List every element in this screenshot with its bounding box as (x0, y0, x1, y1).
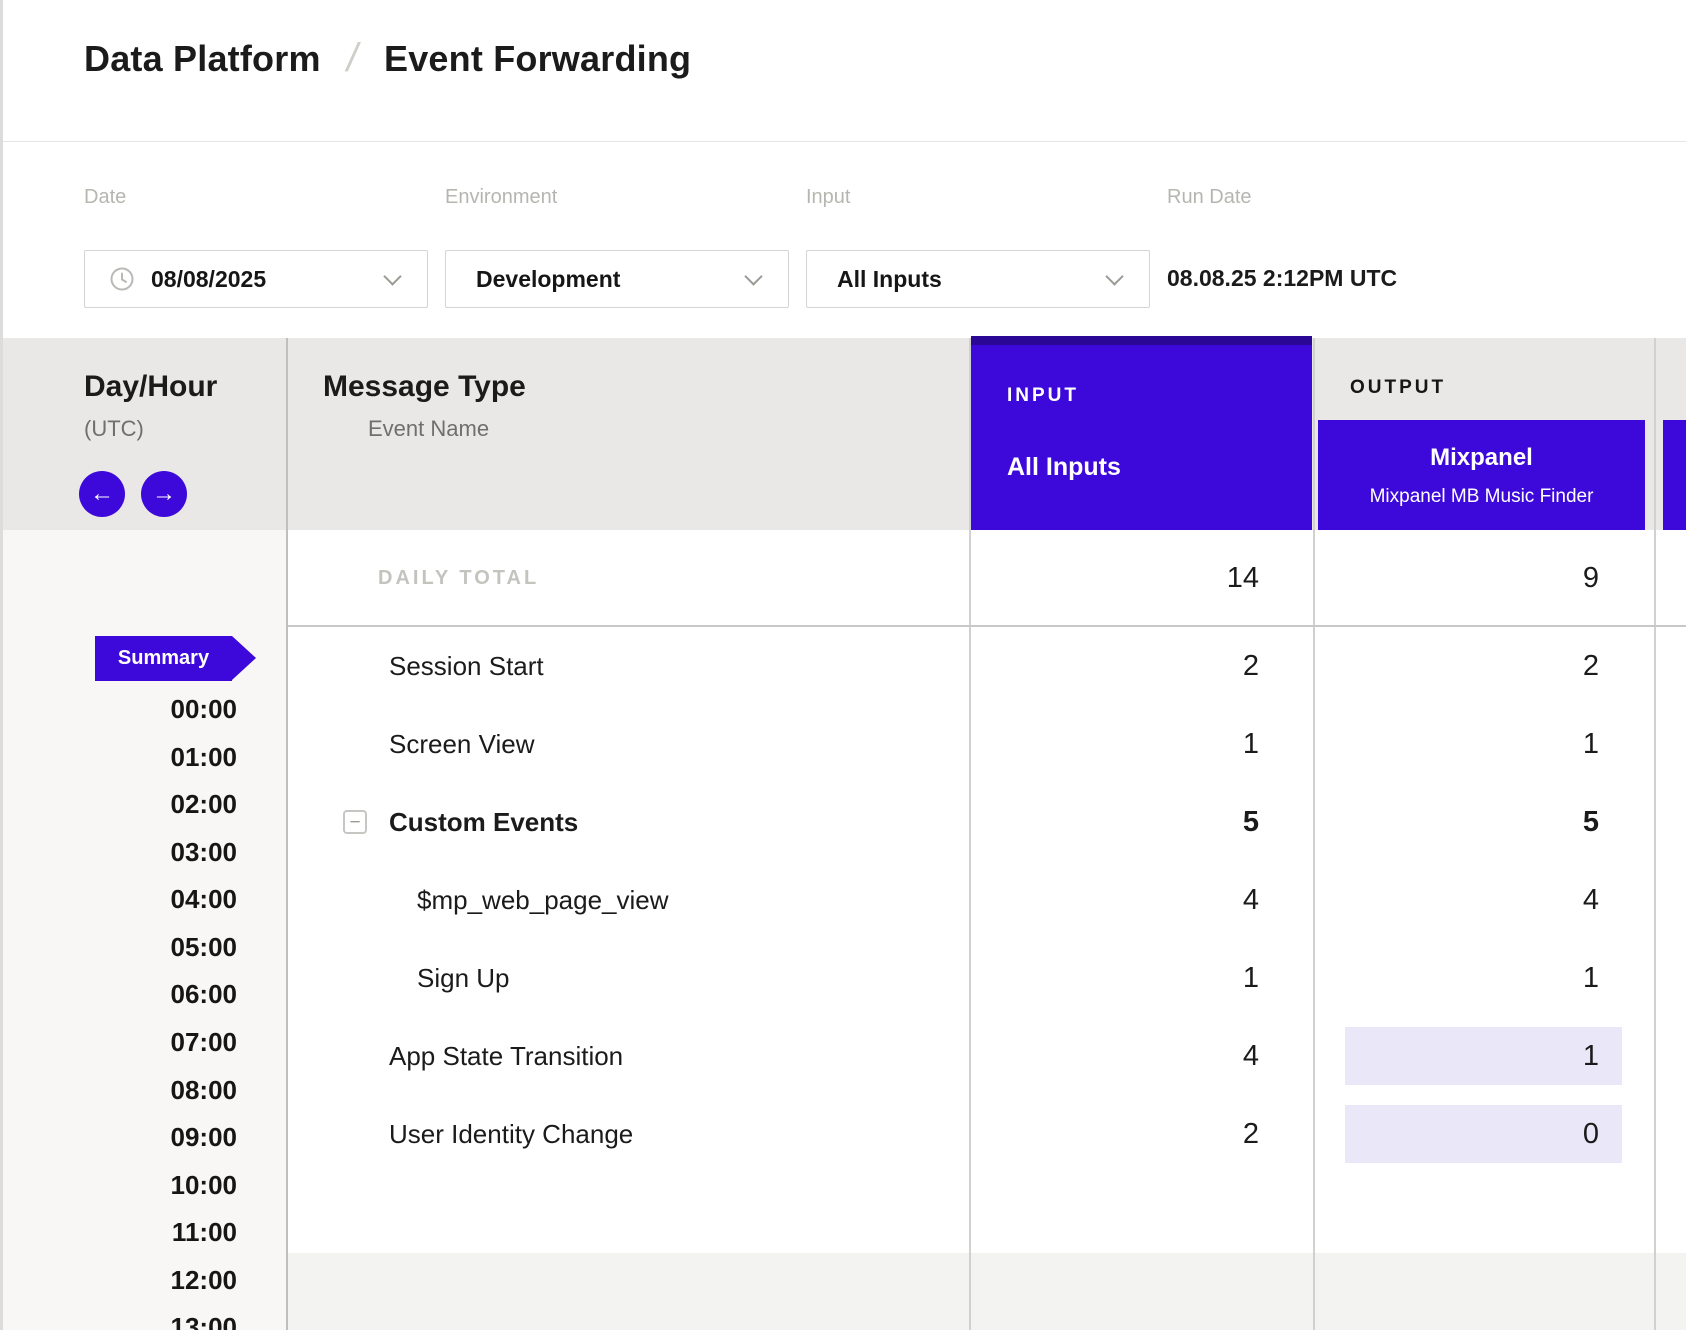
breadcrumb-page: Event Forwarding (384, 38, 691, 80)
hour-row-label[interactable]: 12:00 (100, 1265, 237, 1295)
input-value-cell: 1 (969, 705, 1259, 783)
chevron-down-icon (1105, 267, 1123, 285)
table-row: App State Transition 4 1 (0, 1017, 1686, 1095)
daily-total-input-value: 14 (969, 530, 1259, 627)
output-column-subtitle: Mixpanel MB Music Finder (1318, 486, 1645, 508)
hour-row-label[interactable]: 06:00 (100, 979, 237, 1009)
hour-row-label[interactable]: 08:00 (100, 1075, 237, 1105)
output-value-cell: 2 (1313, 627, 1599, 705)
date-dropdown[interactable]: 08/08/2025 (84, 250, 428, 308)
day-hour-column-subtitle: (UTC) (84, 416, 144, 442)
daily-total-label: DAILY TOTAL (378, 530, 539, 627)
breadcrumb-section[interactable]: Data Platform (84, 38, 321, 80)
next-output-column-header-partial (1663, 420, 1686, 530)
row-label: Session Start (389, 627, 544, 705)
output-value-cell: 1 (1313, 705, 1599, 783)
day-hour-column-title: Day/Hour (84, 370, 217, 404)
hour-row-label[interactable]: 09:00 (100, 1122, 237, 1152)
row-label: Sign Up (417, 939, 510, 1017)
input-value-cell: 5 (969, 783, 1259, 861)
hour-row-label[interactable]: 13:00 (100, 1312, 237, 1330)
hour-row-label[interactable]: 11:00 (100, 1217, 237, 1247)
input-dropdown-value: All Inputs (837, 266, 942, 293)
row-label: User Identity Change (389, 1095, 633, 1173)
hour-row-label[interactable]: 05:00 (100, 932, 237, 962)
hour-row-label[interactable]: 10:00 (100, 1170, 237, 1200)
table-row: −Custom Events 55 (0, 783, 1686, 861)
output-column-header[interactable]: Mixpanel Mixpanel MB Music Finder (1318, 420, 1645, 530)
run-date-value: 08.08.25 2:12PM UTC (1167, 265, 1397, 292)
top-bar-divider (3, 141, 1686, 143)
input-value-cell: 4 (969, 861, 1259, 939)
breadcrumb-separator: / (343, 36, 362, 81)
output-section-label: OUTPUT (1350, 377, 1446, 399)
input-filter-label: Input (806, 186, 850, 209)
hour-row-label[interactable]: 00:00 (100, 694, 237, 724)
input-value-cell: 2 (969, 1095, 1259, 1173)
hour-row-label[interactable]: 03:00 (100, 837, 237, 867)
table-body: Session Start22Screen View11−Custom Even… (0, 627, 1686, 1173)
input-column-name: All Inputs (1007, 453, 1121, 482)
row-label: App State Transition (389, 1017, 623, 1095)
row-label: Custom Events (389, 783, 578, 861)
chevron-down-icon (383, 267, 401, 285)
environment-filter-label: Environment (445, 186, 557, 209)
breadcrumb: Data Platform / Event Forwarding (84, 36, 691, 81)
table-row: Sign Up 11 (0, 939, 1686, 1017)
table-row: $mp_web_page_view 44 (0, 861, 1686, 939)
table-row: User Identity Change 2 0 (0, 1095, 1686, 1173)
event-forwarding-page: Data Platform / Event Forwarding Date En… (0, 0, 1686, 1330)
output-value-cell: 4 (1313, 861, 1599, 939)
collapse-icon[interactable]: − (343, 810, 367, 834)
chevron-down-icon (744, 267, 762, 285)
hour-row-label[interactable]: 07:00 (100, 1027, 237, 1057)
arrow-right-icon: → (152, 480, 176, 508)
arrow-left-icon: ← (90, 480, 114, 508)
table-row: Screen View 11 (0, 705, 1686, 783)
output-value-cell-highlighted[interactable]: 1 (1345, 1027, 1622, 1085)
row-label: $mp_web_page_view (417, 861, 669, 939)
input-column-header[interactable]: INPUT All Inputs (971, 336, 1312, 530)
input-value-cell: 2 (969, 627, 1259, 705)
table-footer-band (288, 1253, 1686, 1330)
hour-row-label[interactable]: 04:00 (100, 884, 237, 914)
input-value-cell: 1 (969, 939, 1259, 1017)
output-value-cell: 5 (1313, 783, 1599, 861)
summary-tab[interactable]: Summary (95, 636, 232, 681)
output-column-name: Mixpanel (1318, 444, 1645, 472)
run-date-label: Run Date (1167, 186, 1252, 209)
hour-row-label[interactable]: 01:00 (100, 742, 237, 772)
output-value-cell: 1 (1313, 939, 1599, 1017)
input-value-cell: 4 (969, 1017, 1259, 1095)
output-value-cell-highlighted[interactable]: 0 (1345, 1105, 1622, 1163)
clock-icon (109, 266, 135, 292)
hour-row-label[interactable]: 02:00 (100, 789, 237, 819)
previous-day-button[interactable]: ← (79, 471, 125, 517)
environment-dropdown-value: Development (476, 266, 620, 293)
input-section-label: INPUT (1007, 385, 1079, 407)
next-day-button[interactable]: → (141, 471, 187, 517)
input-dropdown[interactable]: All Inputs (806, 250, 1150, 308)
message-type-column-title: Message Type (323, 370, 526, 404)
message-type-column-subtitle: Event Name (368, 416, 489, 442)
date-filter-label: Date (84, 186, 126, 209)
environment-dropdown[interactable]: Development (445, 250, 789, 308)
date-dropdown-value: 08/08/2025 (151, 266, 266, 293)
row-label: Screen View (389, 705, 535, 783)
daily-total-output-value: 9 (1313, 530, 1599, 627)
summary-tab-label: Summary (118, 647, 209, 670)
